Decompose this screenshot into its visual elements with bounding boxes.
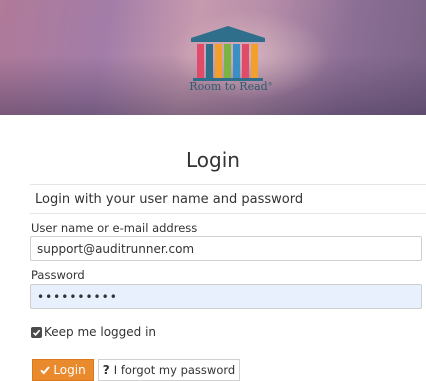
checkbox-checked-icon[interactable] [31,326,42,338]
password-label: Password [31,268,85,282]
page-title: Login [186,148,240,172]
password-field[interactable] [30,284,422,309]
login-button[interactable]: Login [32,359,94,381]
login-subtitle: Login with your user name and password [35,192,304,207]
username-label: User name or e-mail address [31,221,198,235]
username-field[interactable] [30,236,422,261]
divider [30,213,426,214]
logo-text: Room to Read® [189,80,273,93]
forgot-password-button[interactable]: ? I forgot my password [98,359,240,381]
remember-me-label: Keep me logged in [44,325,157,339]
question-icon: ? [102,363,110,377]
check-icon [40,366,51,375]
divider [30,184,426,185]
login-button-label: Login [53,363,86,377]
forgot-password-label: I forgot my password [113,363,236,377]
remember-me-checkbox[interactable]: Keep me logged in [31,325,156,339]
